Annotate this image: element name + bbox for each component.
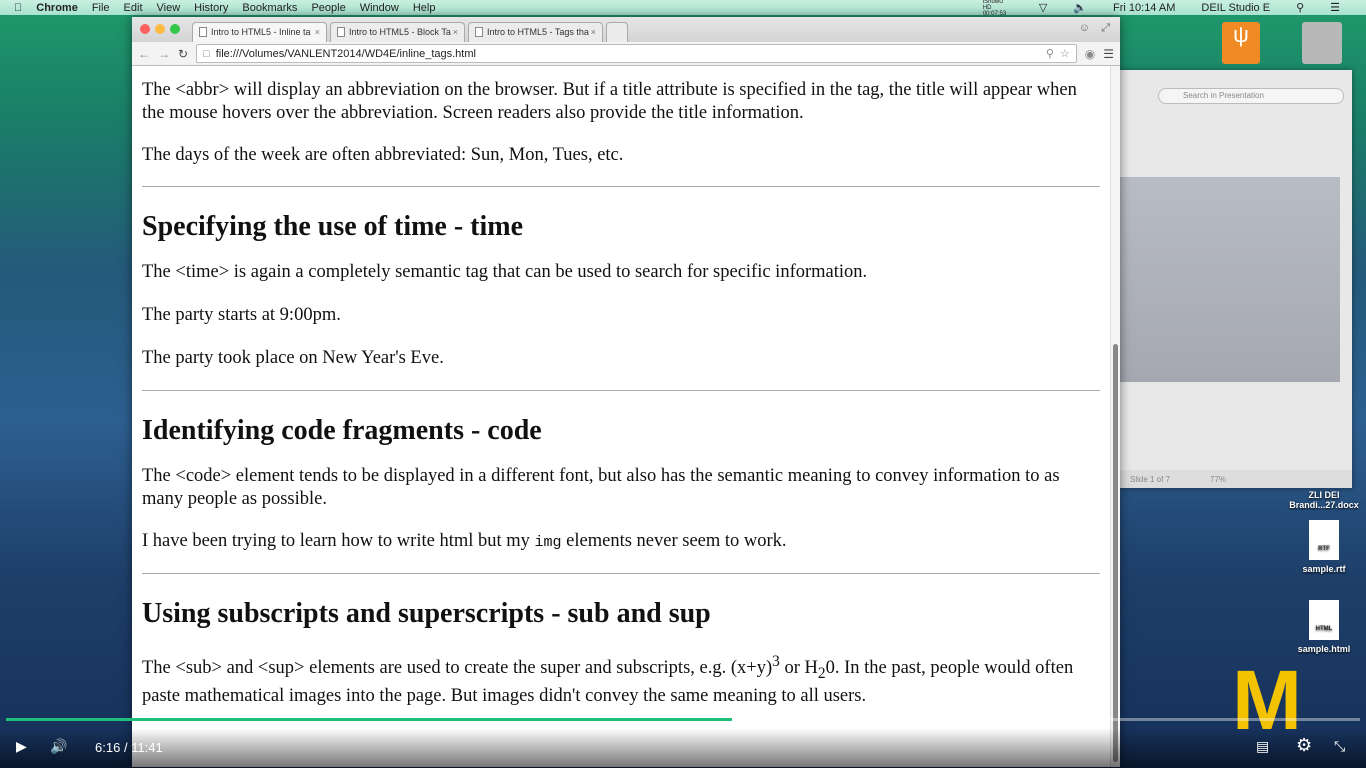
back-icon[interactable]: ← bbox=[138, 47, 150, 61]
text: The <sub> and <sup> elements are used to… bbox=[142, 658, 773, 679]
url-text: file:///Volumes/VANLENT2014/WD4E/inline_… bbox=[215, 47, 476, 60]
menu-app[interactable]: Chrome bbox=[36, 2, 78, 14]
heading-code: Identifying code fragments - code bbox=[142, 415, 542, 446]
code-inline: img bbox=[534, 534, 562, 551]
tab-tags[interactable]: Intro to HTML5 - Tags tha × bbox=[468, 22, 603, 42]
volume-icon[interactable]: 🔊 bbox=[50, 738, 67, 755]
desktop-icon-label: sample.html bbox=[1297, 644, 1351, 654]
close-tab-icon[interactable]: × bbox=[315, 27, 320, 37]
time-paragraph: The <time> is again a completely semanti… bbox=[142, 262, 868, 282]
usb-drive-icon[interactable]: ψ bbox=[1222, 22, 1260, 64]
duration: 11:41 bbox=[131, 740, 163, 755]
abbr-example: The days of the week are often abbreviat… bbox=[142, 145, 624, 165]
captions-icon[interactable]: ▤ bbox=[1256, 738, 1269, 755]
time-separator: / bbox=[123, 740, 128, 755]
hard-drive-icon[interactable] bbox=[1302, 22, 1342, 64]
close-tab-icon[interactable]: × bbox=[591, 27, 596, 37]
new-tab-button[interactable] bbox=[606, 22, 628, 42]
page-content: The <abbr> will display an abbreviation … bbox=[132, 66, 1110, 767]
text: or H bbox=[779, 658, 818, 679]
code-paragraph: The <code> element tends to be displayed… bbox=[142, 466, 1060, 509]
menu-edit[interactable]: Edit bbox=[124, 2, 143, 14]
desktop-icon-label: sample.rtf bbox=[1302, 564, 1346, 574]
tab-label: Intro to HTML5 - Block Ta bbox=[349, 27, 451, 37]
video-progress-bar[interactable] bbox=[6, 718, 1360, 721]
menu-people[interactable]: People bbox=[311, 2, 345, 14]
tab-label: Intro to HTML5 - Tags tha bbox=[487, 27, 589, 37]
menu-history[interactable]: History bbox=[194, 2, 228, 14]
menu-help[interactable]: Help bbox=[413, 2, 436, 14]
address-bar[interactable]: □ file:///Volumes/VANLENT2014/WD4E/inline… bbox=[196, 44, 1077, 63]
settings-gear-icon[interactable]: ⚙ bbox=[1296, 735, 1312, 756]
apple-icon[interactable]:  bbox=[14, 2, 22, 14]
forward-icon[interactable]: → bbox=[158, 47, 170, 61]
tab-inline-tags[interactable]: Intro to HTML5 - Inline ta × bbox=[192, 22, 327, 42]
time-example-2: The party took place on New Year's Eve. bbox=[142, 348, 444, 368]
slide-status: Slide 1 of 7 bbox=[1130, 474, 1171, 484]
clock[interactable]: Fri 10:14 AM bbox=[1113, 2, 1175, 14]
zoom-window-button[interactable] bbox=[170, 24, 180, 34]
desktop-icon-label: ZLI DEI Brandi...27.docx bbox=[1289, 490, 1359, 510]
volume-icon[interactable]: 🔈 bbox=[1073, 1, 1087, 14]
extension-icon[interactable]: ◉ bbox=[1085, 47, 1095, 61]
video-progress-fill bbox=[6, 718, 732, 721]
subscript: 2 bbox=[817, 664, 826, 682]
play-icon[interactable]: ▶ bbox=[16, 738, 27, 755]
text: elements never seem to work. bbox=[561, 531, 787, 551]
heading-time: Specifying the use of time - time bbox=[142, 211, 524, 242]
search-in-presentation-input[interactable]: Search in Presentation bbox=[1158, 88, 1344, 104]
chrome-menu-icon[interactable]: ☰ bbox=[1103, 47, 1114, 61]
page-icon bbox=[199, 27, 207, 37]
close-tab-icon[interactable]: × bbox=[453, 27, 458, 37]
file-icon: RTF bbox=[1309, 520, 1339, 560]
time-example-1: The party starts at 9:00pm. bbox=[142, 305, 341, 325]
menu-file[interactable]: File bbox=[92, 2, 110, 14]
minimize-window-button[interactable] bbox=[155, 24, 165, 34]
file-icon: HTML bbox=[1309, 600, 1339, 640]
bookmark-star-icon[interactable]: ☆ bbox=[1060, 47, 1070, 60]
desktop-icon-html[interactable]: HTML sample.html bbox=[1284, 600, 1364, 654]
tab-label: Intro to HTML5 - Inline ta bbox=[211, 27, 311, 37]
mac-menubar:  Chrome File Edit View History Bookmark… bbox=[0, 0, 1366, 17]
divider bbox=[142, 186, 1100, 187]
desktop-icon-rtf[interactable]: RTF sample.rtf bbox=[1284, 520, 1364, 574]
video-controls: ▶ 🔊 6:16 / 11:41 ▤ ⚙ ⤡ bbox=[0, 718, 1366, 768]
scrollbar-thumb[interactable] bbox=[1113, 344, 1118, 762]
heading-sub-sup: Using subscripts and superscripts - sub … bbox=[142, 598, 711, 629]
desktop-icon-docx[interactable]: ZLI DEI Brandi...27.docx bbox=[1284, 490, 1364, 510]
menu-view[interactable]: View bbox=[157, 2, 181, 14]
fullscreen-icon[interactable]: ⤢ bbox=[1101, 22, 1110, 35]
page-icon bbox=[337, 27, 345, 37]
recorder-status[interactable]: iShowU HD 00:07:53 bbox=[983, 0, 1013, 17]
powerpoint-window: Search in Presentation Slide 1 of 7 77% bbox=[1120, 70, 1352, 488]
page-icon: □ bbox=[203, 47, 210, 60]
current-time: 6:16 bbox=[95, 740, 121, 755]
profile-icon[interactable]: ☺ bbox=[1079, 22, 1090, 34]
zoom-icon[interactable]: ⚲ bbox=[1046, 47, 1054, 60]
page-scrollbar[interactable] bbox=[1110, 66, 1120, 767]
wifi-icon[interactable]: ▽ bbox=[1039, 1, 1047, 14]
abbr-paragraph: The <abbr> will display an abbreviation … bbox=[142, 80, 1077, 123]
chrome-window: Intro to HTML5 - Inline ta × Intro to HTM… bbox=[132, 17, 1120, 767]
reload-icon[interactable]: ↻ bbox=[178, 47, 188, 61]
menu-window[interactable]: Window bbox=[360, 2, 399, 14]
tab-block-tags[interactable]: Intro to HTML5 - Block Ta × bbox=[330, 22, 465, 42]
notifications-icon[interactable]: ☰ bbox=[1330, 1, 1340, 14]
exit-fullscreen-icon[interactable]: ⤡ bbox=[1334, 738, 1345, 755]
video-time: 6:16 / 11:41 bbox=[95, 740, 163, 755]
spotlight-icon[interactable]: ⚲ bbox=[1296, 1, 1304, 14]
superscript: 3 bbox=[772, 653, 780, 670]
sub-sup-paragraph: The <sub> and <sup> elements are used to… bbox=[142, 650, 1100, 708]
close-window-button[interactable] bbox=[140, 24, 150, 34]
divider bbox=[142, 573, 1100, 574]
menu-bookmarks[interactable]: Bookmarks bbox=[242, 2, 297, 14]
text: I have been trying to learn how to write… bbox=[142, 531, 535, 551]
zoom-level[interactable]: 77% bbox=[1210, 475, 1226, 484]
code-example: I have been trying to learn how to write… bbox=[142, 530, 1100, 554]
divider bbox=[142, 390, 1100, 391]
user-name[interactable]: DEIL Studio E bbox=[1201, 2, 1270, 14]
page-icon bbox=[475, 27, 483, 37]
slide-canvas[interactable] bbox=[1120, 177, 1340, 382]
